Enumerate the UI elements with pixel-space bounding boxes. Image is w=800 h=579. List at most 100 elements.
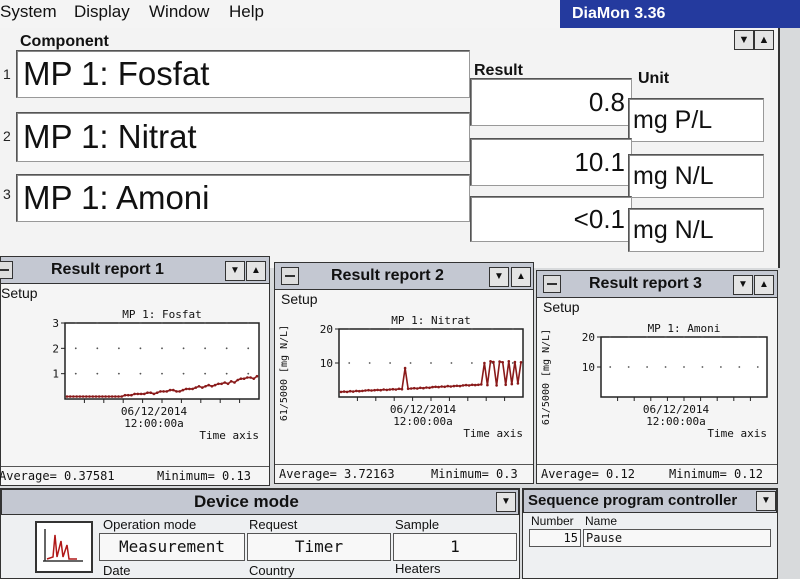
data-point bbox=[351, 390, 355, 393]
y-axis-label: 61/5000 [mg N/L] bbox=[541, 329, 552, 425]
result-value: 10.1 bbox=[470, 138, 632, 186]
chart-title: MP 1: Fosfat bbox=[122, 308, 201, 321]
chart-nitrat: MP 1: Nitrat61/5000 [mg N/L] 102006/12/20… bbox=[279, 314, 524, 440]
minimize-button[interactable]: ▼ bbox=[733, 275, 753, 295]
grid-dot bbox=[182, 372, 185, 375]
x-axis-label: Time axis bbox=[707, 427, 767, 440]
data-point bbox=[146, 391, 149, 394]
y-axis-label: 61/5000 [mg N/L] bbox=[279, 325, 290, 421]
grid-dot bbox=[609, 336, 612, 338]
setup-menu[interactable]: Setup bbox=[281, 291, 318, 307]
data-point bbox=[91, 395, 95, 398]
minimize-button[interactable]: ▼ bbox=[756, 491, 776, 511]
data-point bbox=[252, 377, 256, 380]
system-menu-icon[interactable] bbox=[281, 267, 299, 285]
menu-system[interactable]: System bbox=[0, 2, 57, 22]
data-point bbox=[422, 386, 425, 390]
grid-dot bbox=[161, 322, 163, 324]
data-point bbox=[489, 360, 492, 363]
data-point bbox=[65, 395, 69, 398]
component-field[interactable]: MP 1: Fosfat bbox=[16, 50, 470, 98]
maximize-button[interactable]: ▲ bbox=[754, 275, 774, 295]
data-point bbox=[373, 388, 376, 392]
data-point bbox=[152, 392, 156, 396]
y-tick-label: 10 bbox=[582, 361, 595, 374]
grid-dot bbox=[701, 366, 704, 368]
grid-dot bbox=[450, 362, 453, 364]
sequence-number-field[interactable]: 15 bbox=[529, 529, 581, 547]
minimize-button[interactable]: ▼ bbox=[489, 267, 509, 287]
data-point bbox=[391, 387, 395, 391]
component-field[interactable]: MP 1: Amoni bbox=[16, 174, 470, 222]
data-point bbox=[345, 390, 349, 394]
maximize-button[interactable]: ▲ bbox=[511, 267, 531, 287]
data-point bbox=[78, 395, 82, 398]
grid-dot bbox=[247, 322, 250, 324]
grid-dot bbox=[96, 372, 99, 375]
sample-field[interactable]: 1 bbox=[393, 533, 517, 561]
sequence-title: Sequence program controller bbox=[528, 492, 738, 509]
analyzer-graph-icon[interactable] bbox=[35, 521, 93, 573]
data-point bbox=[355, 389, 358, 393]
data-point bbox=[88, 395, 91, 398]
data-point bbox=[104, 395, 107, 398]
data-point bbox=[461, 384, 465, 387]
data-point bbox=[416, 387, 419, 390]
maximize-button[interactable]: ▲ bbox=[246, 261, 266, 281]
component-field[interactable]: MP 1: Nitrat bbox=[16, 112, 470, 162]
data-point bbox=[197, 385, 201, 388]
data-point bbox=[513, 360, 517, 364]
grid-dot bbox=[511, 362, 514, 364]
system-menu-icon[interactable] bbox=[0, 261, 13, 279]
unit-header: Unit bbox=[638, 70, 670, 87]
row-number: 1 bbox=[3, 66, 11, 82]
grid-dot bbox=[389, 328, 392, 330]
grid-dot bbox=[664, 366, 667, 368]
grid-dot bbox=[409, 362, 412, 364]
data-point bbox=[130, 393, 133, 397]
menu-help[interactable]: Help bbox=[229, 2, 264, 22]
data-point bbox=[397, 387, 401, 391]
request-field[interactable]: Timer bbox=[247, 533, 391, 561]
average-readout: Average= 0.12 bbox=[541, 467, 635, 481]
report-title-bar: Result report 3 ▼ ▲ bbox=[537, 271, 777, 298]
grid-dot bbox=[683, 336, 685, 338]
menu-window[interactable]: Window bbox=[149, 2, 209, 22]
operation-mode-field[interactable]: Measurement bbox=[99, 533, 245, 561]
chart-fosfat: MP 1: Fosfat12306/12/201412:00:00aTime a… bbox=[52, 308, 260, 442]
data-point bbox=[519, 361, 523, 364]
data-point bbox=[220, 382, 223, 386]
device-mode-title-bar: Device mode ▼ bbox=[1, 489, 519, 515]
app-title: DiaMon 3.36 bbox=[572, 5, 666, 22]
minimize-button[interactable]: ▼ bbox=[496, 492, 516, 512]
menu-display[interactable]: Display bbox=[74, 2, 130, 22]
report-title: Result report 2 bbox=[331, 267, 444, 284]
grid-dot bbox=[139, 347, 142, 350]
grid-dot bbox=[627, 336, 630, 338]
country-label: Country bbox=[249, 563, 295, 578]
data-point bbox=[239, 377, 243, 380]
setup-menu[interactable]: Setup bbox=[543, 299, 580, 315]
report-status-bar: Average= 3.72163 Minimum= 0.3 bbox=[275, 464, 533, 483]
grid-dot bbox=[664, 336, 667, 338]
scroll-up-button[interactable]: ▲ bbox=[754, 30, 774, 50]
data-point bbox=[367, 388, 370, 392]
data-point bbox=[498, 360, 501, 363]
x-time-label: 12:00:00a bbox=[393, 415, 453, 428]
data-point bbox=[184, 387, 188, 391]
data-point bbox=[507, 360, 511, 363]
device-mode-title: Device mode bbox=[194, 492, 299, 511]
data-point bbox=[223, 381, 227, 384]
grid-dot bbox=[96, 322, 99, 324]
grid-dot bbox=[756, 366, 759, 368]
grid-dot bbox=[389, 362, 392, 364]
setup-menu[interactable]: Setup bbox=[1, 285, 38, 301]
y-tick-label: 1 bbox=[52, 368, 59, 381]
data-point bbox=[107, 395, 111, 398]
system-menu-icon[interactable] bbox=[543, 275, 561, 293]
scroll-down-button[interactable]: ▼ bbox=[734, 30, 754, 50]
minimize-button[interactable]: ▼ bbox=[225, 261, 245, 281]
sequence-name-field[interactable]: Pause bbox=[583, 529, 771, 547]
data-point bbox=[172, 388, 175, 392]
minimum-readout: Minimum= 0.12 bbox=[669, 467, 763, 481]
